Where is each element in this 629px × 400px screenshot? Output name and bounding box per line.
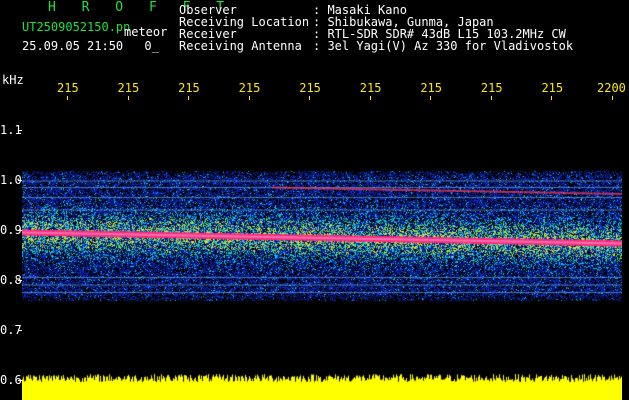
x-tick-label: 215 [480, 81, 503, 95]
file-name: UT2509052150.pn [22, 20, 131, 34]
x-tick-label: 215 [359, 81, 382, 95]
x-tick-label: 215 [238, 81, 261, 95]
info-key: Receiving Antenna [179, 39, 302, 53]
x-tick-label: 215 [541, 81, 564, 95]
x-tick-label: 2200 [597, 81, 626, 95]
info-antenna: Receiving Antenna : 3el Yagi(V) Az 330 f… [179, 40, 573, 52]
x-tick-label: 215 [117, 81, 140, 95]
meteor-count: 0_ [144, 39, 159, 53]
datetime-value: 25.09.05 21:50 [22, 39, 124, 53]
y-axis-unit: kHz [2, 73, 24, 87]
station-info: Observer : Masaki Kano Receiving Locatio… [179, 4, 573, 52]
x-tick-label: 215 [299, 81, 321, 95]
x-tick-label: 215 [178, 81, 200, 95]
spectrogram-plot [22, 100, 622, 400]
x-tick-label: 215 [420, 81, 443, 95]
info-value: : 3el Yagi(V) Az 330 for Vladivostok [313, 39, 574, 53]
meteor-label: meteor [124, 25, 168, 39]
x-tick-label: 215 [57, 81, 79, 95]
timestamp: 25.09.05 21:50 0_ [22, 40, 159, 52]
spectrogram-canvas [22, 100, 622, 400]
